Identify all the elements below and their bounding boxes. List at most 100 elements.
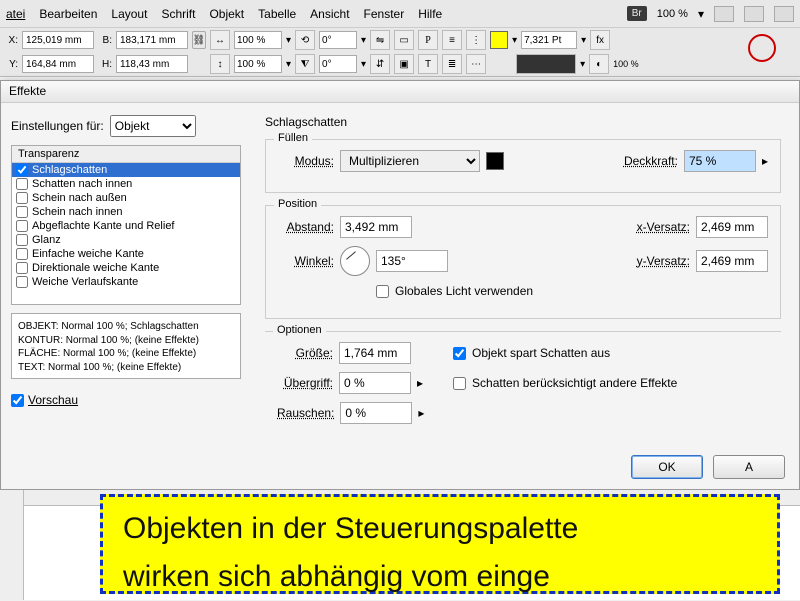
effects-dialog: Effekte Einstellungen für: Objekt Transp… — [0, 80, 800, 490]
chevron-right-icon[interactable]: ▸ — [762, 154, 768, 168]
knockout-checkbox[interactable] — [453, 347, 466, 360]
spread-input[interactable] — [339, 372, 411, 394]
view-mode-icon[interactable] — [714, 6, 734, 22]
dialog-title: Effekte — [1, 81, 799, 103]
scale-y-icon: ↕ — [210, 54, 230, 74]
xoffset-label: x-Versatz: — [634, 220, 690, 234]
fx-item-outerglow[interactable]: Schein nach außen — [12, 191, 240, 205]
select-content-icon[interactable]: ▭ — [394, 30, 414, 50]
stroke-weight-input[interactable] — [521, 31, 577, 49]
width-input[interactable] — [116, 31, 188, 49]
size-input[interactable] — [339, 342, 411, 364]
x-label: X: — [4, 35, 18, 46]
fx-check[interactable] — [16, 248, 28, 260]
fx-item-satin[interactable]: Glanz — [12, 233, 240, 247]
global-light-checkbox[interactable] — [376, 285, 389, 298]
noise-input[interactable] — [340, 402, 412, 424]
flipv-icon[interactable]: ⇵ — [370, 54, 390, 74]
fx-check[interactable] — [16, 234, 28, 246]
fx-check[interactable] — [16, 220, 28, 232]
scale-y-input[interactable] — [234, 55, 282, 73]
opacity-label: Deckkraft: — [622, 154, 678, 168]
selected-text-frame[interactable]: Objekten in der Steuerungspalette wirken… — [100, 494, 780, 594]
fx-check[interactable] — [16, 178, 28, 190]
menu-object[interactable]: Objekt — [209, 7, 244, 21]
height-input[interactable] — [116, 55, 188, 73]
paragraph-icon[interactable]: P — [418, 30, 438, 50]
fx-check[interactable] — [16, 262, 28, 274]
fliph-icon[interactable]: ⇋ — [370, 30, 390, 50]
fx-item-gradfeather[interactable]: Weiche Verlaufskante — [12, 275, 240, 289]
angle-dial[interactable] — [340, 246, 370, 276]
chevron-down-icon[interactable]: ▾ — [361, 59, 366, 70]
effects-list: Transparenz Schlagschatten Schatten nach… — [11, 145, 241, 305]
fx-icon[interactable]: fx — [590, 30, 610, 50]
fx-item-basicfeather[interactable]: Einfache weiche Kante — [12, 247, 240, 261]
chevron-right-icon[interactable]: ▸ — [418, 406, 424, 420]
y-label: Y: — [4, 59, 18, 70]
menu-file[interactable]: atei — [6, 7, 25, 21]
screen-mode-icon[interactable] — [744, 6, 764, 22]
align2-icon[interactable]: ≣ — [442, 54, 462, 74]
chevron-down-icon[interactable]: ▾ — [361, 35, 366, 46]
stroke-style-icon[interactable] — [516, 54, 576, 74]
link-wh-icon[interactable]: ⛓ — [192, 31, 206, 49]
fx-item-bevel[interactable]: Abgeflachte Kante und Relief — [12, 219, 240, 233]
fx-check[interactable] — [16, 192, 28, 204]
fill-swatch[interactable] — [490, 31, 508, 49]
y-input[interactable] — [22, 55, 94, 73]
wrap-icon[interactable]: ▣ — [394, 54, 414, 74]
shear-input[interactable] — [319, 55, 357, 73]
menu-edit[interactable]: Bearbeiten — [39, 7, 97, 21]
arrange-icon[interactable] — [774, 6, 794, 22]
yoffset-input[interactable] — [696, 250, 768, 272]
menu-table[interactable]: Tabelle — [258, 7, 296, 21]
menu-window[interactable]: Fenster — [364, 7, 405, 21]
preview-checkbox[interactable] — [11, 394, 24, 407]
distribute2-icon[interactable]: ⋯ — [466, 54, 486, 74]
honor-fx-checkbox[interactable] — [453, 377, 466, 390]
distance-input[interactable] — [340, 216, 412, 238]
menu-layout[interactable]: Layout — [111, 7, 147, 21]
settings-for-label: Einstellungen für: — [11, 119, 104, 133]
distance-label: Abstand: — [278, 220, 334, 234]
scale-x-input[interactable] — [234, 31, 282, 49]
mode-select[interactable]: Multiplizieren — [340, 150, 480, 172]
w-label: B: — [98, 35, 112, 46]
opacity-small[interactable]: 100 % — [613, 59, 639, 69]
opacity-icon[interactable]: ◐ — [589, 54, 609, 74]
fx-item-innershadow[interactable]: Schatten nach innen — [12, 177, 240, 191]
fx-check-dropshadow[interactable] — [16, 164, 28, 176]
textframe-icon[interactable]: T — [418, 54, 438, 74]
effects-list-header[interactable]: Transparenz — [12, 146, 240, 163]
honor-fx-label: Schatten berücksichtigt andere Effekte — [472, 376, 677, 390]
fx-item-innerglow[interactable]: Schein nach innen — [12, 205, 240, 219]
fx-check[interactable] — [16, 276, 28, 288]
xoffset-input[interactable] — [696, 216, 768, 238]
fx-item-dropshadow[interactable]: Schlagschatten — [12, 163, 240, 177]
bridge-icon[interactable]: Br — [627, 6, 647, 21]
fx-check[interactable] — [16, 206, 28, 218]
fx-item-dirfeather[interactable]: Direktionale weiche Kante — [12, 261, 240, 275]
chevron-down-icon[interactable]: ▾ — [512, 35, 517, 46]
menu-help[interactable]: Hilfe — [418, 7, 442, 21]
rotate-input[interactable] — [319, 31, 357, 49]
menu-font[interactable]: Schrift — [161, 7, 195, 21]
shadow-color-swatch[interactable] — [486, 152, 504, 170]
angle-input[interactable] — [376, 250, 448, 272]
distribute-icon[interactable]: ⋮ — [466, 30, 486, 50]
cancel-button[interactable]: A — [713, 455, 785, 479]
ok-button[interactable]: OK — [631, 455, 703, 479]
x-input[interactable] — [22, 31, 94, 49]
zoom-level[interactable]: 100 % — [657, 8, 688, 20]
chevron-down-icon[interactable]: ▾ — [581, 35, 586, 46]
menu-view[interactable]: Ansicht — [310, 7, 349, 21]
chevron-down-icon[interactable]: ▾ — [580, 59, 585, 70]
opacity-input[interactable] — [684, 150, 756, 172]
chevron-down-icon[interactable]: ▾ — [286, 35, 291, 46]
chevron-down-icon[interactable]: ▾ — [698, 7, 704, 21]
settings-for-select[interactable]: Objekt — [110, 115, 196, 137]
chevron-right-icon[interactable]: ▸ — [417, 376, 423, 390]
align-icon[interactable]: ≡ — [442, 30, 462, 50]
chevron-down-icon[interactable]: ▾ — [286, 59, 291, 70]
